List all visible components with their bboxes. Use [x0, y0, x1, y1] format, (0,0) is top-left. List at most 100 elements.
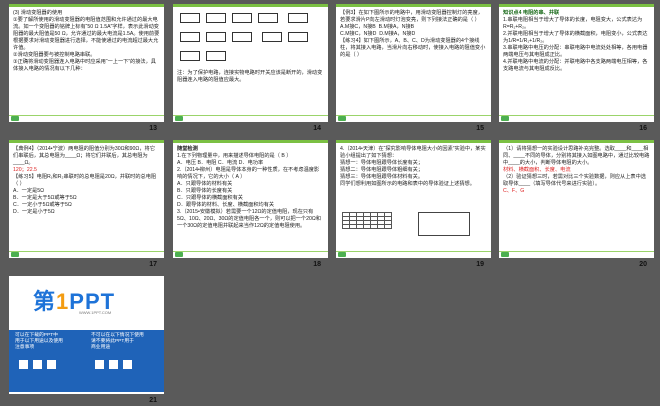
- question-text: 【例3】在如下图所示的电路中，用滑动变阻器控制灯的亮度，若要求滑片P向左滑动时灯…: [340, 10, 483, 23]
- answer-text: 120；22.5: [13, 167, 37, 173]
- slide-21[interactable]: 第1PPT WWW.1PPT.COM 可以在下载的PPT中 用于以下用途以及使用…: [9, 276, 164, 394]
- slide-number: 15: [476, 125, 484, 132]
- rheostat-diagram: [180, 51, 200, 61]
- rheostat-diagrams: [173, 7, 328, 68]
- slide-text: 【典例4】（2014•宁波）两电阻的阻值分别为30Ω和90Ω，将它们串联后，其总…: [9, 143, 164, 219]
- logo-icon: [175, 252, 183, 257]
- conductor-table: [342, 212, 392, 229]
- qr-code-icon: [95, 360, 104, 369]
- band-left: 可以在下载的PPT中 用于以下用途以及使用 注意事项: [15, 333, 63, 351]
- logo-icon: [338, 116, 346, 121]
- slide-16[interactable]: 知识点4 电阻的串、并联 1.串联电阻相当于增大了导体的长度，电阻变大，公式表达…: [499, 4, 654, 122]
- text-line: 猜想三：导体电阻跟导体材料有关。: [340, 174, 424, 180]
- slide-text: 【例3】在如下图所示的电路中，用滑动变阻器控制灯的亮度，若要求滑片P向左滑动时灯…: [336, 7, 491, 62]
- text-line: 2.并联电阻相当于增大了导体的横截面积，电阻变小，公式表达为1/R=1/R₁+1…: [503, 31, 648, 44]
- option-d: D.M接A，N接D: [379, 31, 416, 37]
- option-c: C．一定小于5Ω或等于5Ω: [13, 202, 72, 208]
- slide-footer: [336, 115, 491, 122]
- slide-footer: [499, 115, 654, 122]
- text-line: （2）验证猜想三时，若需对比三个实验数据，则应从上表中选取导体____（填写导体…: [503, 174, 646, 187]
- slide-heading: 知识点4 电阻的串、并联: [503, 10, 560, 16]
- rheostat-diagram: [206, 51, 226, 61]
- text-line: 1.在下列物理量中，用来描述导体电阻的是（ B ）: [177, 153, 292, 159]
- text-line: A．只跟导体的材料有关: [177, 181, 233, 187]
- slide-text: (3) 滑动变阻器的使用 ①要了解所使用的滑动变阻器的电阻值范围和允许通过的最大…: [9, 7, 164, 76]
- text-line: A．电压 B．电阻 C．电流 D．电功率: [177, 160, 264, 166]
- rheostat-diagram: [180, 13, 200, 23]
- slide-number: 17: [149, 261, 157, 268]
- logo-icon: [11, 116, 19, 121]
- logo-icon: [501, 116, 509, 121]
- text-line: 猜想二：导体电阻跟导体粗细有关；: [340, 167, 424, 173]
- text-line: 猜想一：导体电阻跟导体长度有关；: [340, 160, 424, 166]
- text-line: C．只跟导体的横截面积有关: [177, 195, 243, 201]
- slide-19[interactable]: 4.（2014•天津）在“探究影响导体电阻大小的因素”实验中，某实验小组提出了如…: [336, 140, 491, 258]
- slide-caption: 注：为了保护电路，连接实物电路时开关应该是断开的，滑动变阻器连入电路的阻值应最大…: [177, 70, 323, 83]
- slide-18[interactable]: 随堂检测 1.在下列物理量中，用来描述导体电阻的是（ B ） A．电压 B．电阻…: [173, 140, 328, 258]
- brand-subtitle: WWW.1PPT.COM: [79, 310, 112, 315]
- logo-icon: [11, 252, 19, 257]
- logo-icon: [175, 116, 183, 121]
- slide-number: 18: [313, 261, 321, 268]
- slide-14[interactable]: 注：为了保护电路，连接实物电路时开关应该是断开的，滑动变阻器连入电路的阻值应最大…: [173, 4, 328, 122]
- practice-text: 【练习4】如下图所示，A、B、C、D为滑动变阻器的4个接线柱，将其接入电路，当滑…: [340, 38, 486, 58]
- band-text: 商业用途: [91, 345, 111, 350]
- qr-code-icon: [33, 360, 42, 369]
- slide-footer: [173, 115, 328, 122]
- rheostat-diagram: [232, 13, 252, 23]
- slide-20[interactable]: （1）请将猜想一的实验设计思路补充完整。选取____和____相同、____不同…: [499, 140, 654, 258]
- slide-footer: [499, 251, 654, 258]
- circuit-diagram: [418, 212, 470, 236]
- slide-number: 20: [639, 261, 647, 268]
- text-line: 3.串联电路中电压的分配：串联电路中电流处处相等，各用电器两端电压与其电阻成正比…: [503, 45, 648, 58]
- brand-number: 1: [56, 289, 70, 314]
- logo-icon: [501, 252, 509, 257]
- slide-footer: [9, 251, 164, 258]
- slide-footer: [336, 251, 491, 258]
- qr-code-icon: [123, 360, 132, 369]
- slide-17[interactable]: 【典例4】（2014•宁波）两电阻的阻值分别为30Ω和90Ω，将它们串联后，其总…: [9, 140, 164, 258]
- text-line: ①要了解所使用的滑动变阻器的电阻值范围和允许通过的最大电流。如一个变阻器的铭牌上…: [13, 17, 160, 51]
- option-a: A.M接C，N接B: [340, 24, 376, 30]
- slide-15[interactable]: 【例3】在如下图所示的电路中，用滑动变阻器控制灯的亮度，若要求滑片P向左滑动时灯…: [336, 4, 491, 122]
- info-band: 可以在下载的PPT中 用于以下用途以及使用 注意事项 不可以在以下情况下使用 请…: [9, 330, 164, 392]
- option-d: D．一定是小于5Ω: [13, 209, 55, 215]
- band-text: 注意事项: [15, 345, 35, 350]
- text-line: 【练习5】电阻R₁和R₂串联时的总电阻是20Ω，并联时的总电阻（ ）: [13, 174, 157, 187]
- rheostat-diagram: [262, 32, 283, 42]
- text-line: 4.（2014•天津）在“探究影响导体电阻大小的因素”实验中，某实验小组提出了如…: [340, 146, 486, 159]
- rheostat-diagram: [258, 13, 278, 23]
- text-line: (3) 滑动变阻器的使用: [13, 10, 63, 16]
- logo-icon: [338, 252, 346, 257]
- option-b: B.M接A，N接B: [378, 24, 415, 30]
- slide-text: （1）请将猜想一的实验设计思路补充完整。选取____和____相同、____不同…: [503, 146, 650, 194]
- band-right: 不可以在以下情况下使用 请不要将此PPT用于 商业用途: [91, 333, 144, 351]
- option-b: B．一定是大于5Ω或等于5Ω: [13, 195, 77, 201]
- option-c: C.M接C，N接D: [340, 31, 377, 37]
- rheostat-diagram: [288, 32, 309, 42]
- answer-text: C、F、G: [503, 188, 525, 194]
- option-a: A．一定是5Ω: [13, 188, 44, 194]
- slide-footer: [9, 115, 164, 122]
- slide-heading: 随堂检测: [177, 146, 198, 152]
- text-line: 3.（2015•安徽模拟）若需要一个12Ω的定值电阻，现在只有5Ω、10Ω、20…: [177, 209, 321, 229]
- slide-text: 4.（2014•天津）在“探究影响导体电阻大小的因素”实验中，某实验小组提出了如…: [336, 143, 491, 191]
- rheostat-diagram: [180, 32, 200, 42]
- text-line: ③正确将滑动变阻器连入电路中时应采用“一上一下”的接法，具体接入电路的情况有以下…: [13, 59, 156, 72]
- rheostat-diagram: [206, 32, 226, 42]
- text-line: 1.串联电阻相当于增大了导体的长度，电阻变大，公式表达为R=R₁+R₂。: [503, 17, 643, 30]
- text-line: 【典例4】（2014•宁波）两电阻的阻值分别为30Ω和90Ω，将它们串联后，其总…: [13, 146, 155, 166]
- slide-number: 21: [149, 397, 157, 404]
- qr-code-icon: [109, 360, 118, 369]
- slide-13[interactable]: (3) 滑动变阻器的使用 ①要了解所使用的滑动变阻器的电阻值范围和允许通过的最大…: [9, 4, 164, 122]
- slide-number: 19: [476, 261, 484, 268]
- text-line: 同学们想利用如图所示的电路和表中的导体验证上述猜想。: [340, 181, 475, 187]
- answer-text: 横截面积: [518, 167, 540, 173]
- text-line: D．跟导体的材料、长度、横截面积均有关: [177, 202, 275, 208]
- answer-text: 电流: [560, 167, 571, 173]
- rheostat-diagram: [232, 32, 252, 42]
- text-line: ②滑动变阻器要与被控制电路串联。: [13, 52, 96, 58]
- slide-number: 13: [149, 125, 157, 132]
- text-line: （1）请将猜想一的实验设计思路补充完整。选取____和____相同、____不同…: [503, 146, 650, 166]
- answer-text: 长度: [544, 167, 555, 173]
